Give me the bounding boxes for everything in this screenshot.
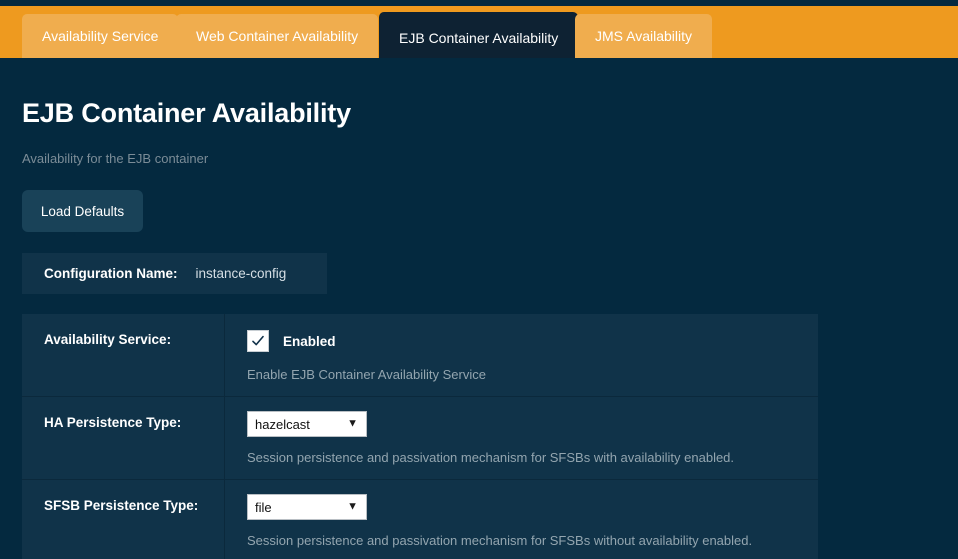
checkmark-icon bbox=[251, 334, 265, 348]
page-title: EJB Container Availability bbox=[22, 98, 351, 129]
settings-form-panel: Availability Service: Enabled Enable EJB… bbox=[22, 314, 818, 559]
ha-persistence-type-label: HA Persistence Type: bbox=[22, 397, 225, 479]
tab-ejb-container-availability[interactable]: EJB Container Availability bbox=[379, 12, 578, 64]
form-row-availability-service: Availability Service: Enabled Enable EJB… bbox=[22, 314, 818, 397]
page-content: EJB Container Availability Availability … bbox=[0, 58, 958, 559]
tab-label: Web Container Availability bbox=[196, 28, 358, 44]
tab-label: Availability Service bbox=[42, 28, 158, 44]
availability-service-field: Enabled Enable EJB Container Availabilit… bbox=[225, 314, 818, 396]
sfsb-persistence-type-field: file ▼ Session persistence and passivati… bbox=[225, 480, 818, 559]
tab-jms-availability[interactable]: JMS Availability bbox=[575, 14, 712, 58]
ha-persistence-type-field: hazelcast ▼ Session persistence and pass… bbox=[225, 397, 818, 479]
chevron-down-icon: ▼ bbox=[347, 419, 358, 430]
load-defaults-button[interactable]: Load Defaults bbox=[22, 190, 143, 232]
ha-persistence-type-help-text: Session persistence and passivation mech… bbox=[247, 450, 818, 465]
configuration-name-label: Configuration Name: bbox=[44, 266, 178, 281]
sfsb-persistence-type-value: file bbox=[255, 500, 272, 515]
configuration-name-panel: Configuration Name: instance-config bbox=[22, 253, 327, 294]
sfsb-persistence-type-label: SFSB Persistence Type: bbox=[22, 480, 225, 559]
ha-persistence-type-select[interactable]: hazelcast ▼ bbox=[247, 411, 367, 437]
tab-label: EJB Container Availability bbox=[399, 30, 558, 46]
ha-persistence-type-value: hazelcast bbox=[255, 417, 310, 432]
tab-web-container-availability[interactable]: Web Container Availability bbox=[176, 14, 378, 58]
availability-service-checkbox-label: Enabled bbox=[283, 334, 336, 349]
availability-service-checkbox[interactable] bbox=[247, 330, 269, 352]
tab-bar: Availability Service Web Container Avail… bbox=[0, 6, 958, 58]
chevron-down-icon: ▼ bbox=[347, 502, 358, 513]
page-subtitle: Availability for the EJB container bbox=[22, 151, 208, 166]
tab-availability-service[interactable]: Availability Service bbox=[22, 14, 178, 58]
sfsb-persistence-type-select[interactable]: file ▼ bbox=[247, 494, 367, 520]
availability-service-checkbox-line: Enabled bbox=[247, 328, 818, 354]
form-row-ha-persistence-type: HA Persistence Type: hazelcast ▼ Session… bbox=[22, 397, 818, 480]
configuration-name-value: instance-config bbox=[196, 266, 287, 281]
form-row-sfsb-persistence-type: SFSB Persistence Type: file ▼ Session pe… bbox=[22, 480, 818, 559]
availability-service-help-text: Enable EJB Container Availability Servic… bbox=[247, 367, 818, 382]
tab-label: JMS Availability bbox=[595, 28, 692, 44]
availability-service-label: Availability Service: bbox=[22, 314, 225, 396]
sfsb-persistence-type-help-text: Session persistence and passivation mech… bbox=[247, 533, 818, 548]
